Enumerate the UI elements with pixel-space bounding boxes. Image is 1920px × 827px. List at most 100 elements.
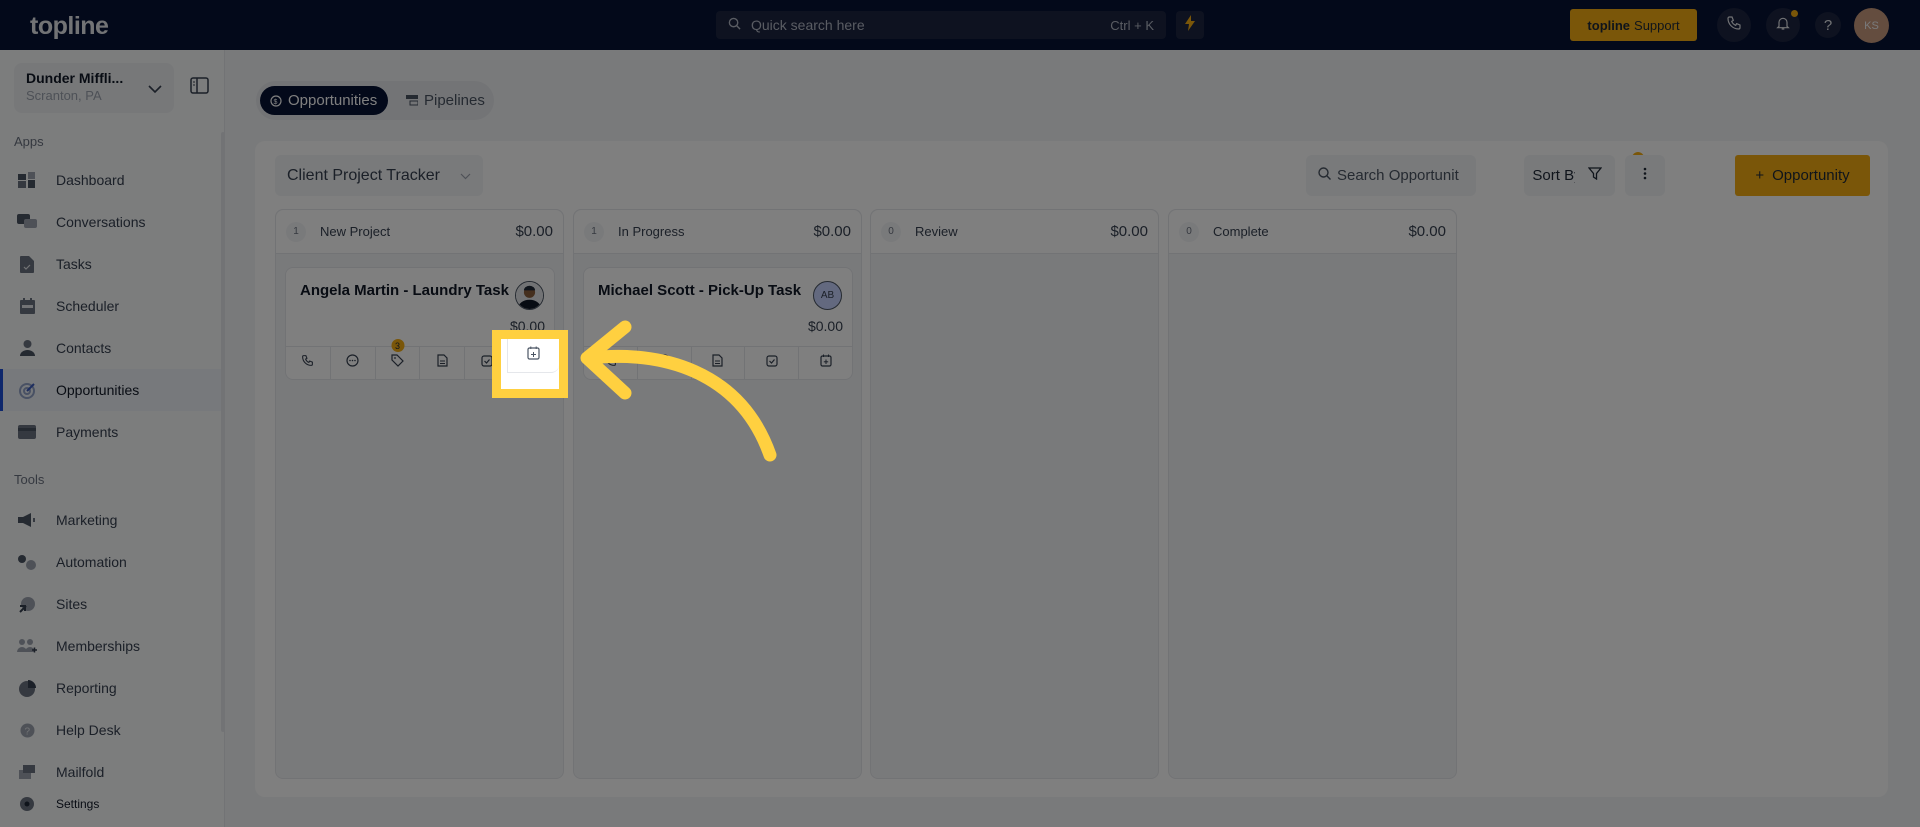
tab-label: Pipelines xyxy=(424,92,485,109)
sidebar-item-memberships[interactable]: Memberships xyxy=(0,625,222,667)
sidebar-item-tasks[interactable]: Tasks xyxy=(0,243,222,285)
stage-count: 1 xyxy=(286,221,306,242)
card-actions xyxy=(584,346,852,379)
filter-button[interactable] xyxy=(1575,155,1615,196)
tools-heading: Tools xyxy=(14,472,45,487)
users-icon xyxy=(16,635,38,657)
sidebar-item-conversations[interactable]: Conversations xyxy=(0,201,222,243)
top-bar: topline Quick search here Ctrl + K topli… xyxy=(0,0,1920,50)
sidebar-item-label: Help Desk xyxy=(56,722,121,738)
sidebar-item-automation[interactable]: Automation xyxy=(0,541,222,583)
opportunity-amount: $0.00 xyxy=(807,318,843,334)
stage-amount: $0.00 xyxy=(515,223,553,240)
assignee-avatar[interactable]: AB xyxy=(813,281,842,310)
support-button[interactable]: topline Support xyxy=(1570,9,1697,41)
call-action[interactable] xyxy=(286,347,331,379)
message-action[interactable] xyxy=(331,347,376,379)
sidebar-toggle-icon xyxy=(190,77,209,98)
logo[interactable]: topline xyxy=(30,12,109,41)
sidebar-item-payments[interactable]: Payments xyxy=(0,411,222,453)
stage-column-complete: 0 Complete $0.00 xyxy=(1168,209,1457,779)
svg-text:$: $ xyxy=(274,99,278,106)
sidebar-item-reporting[interactable]: Reporting xyxy=(0,667,222,709)
task-action[interactable] xyxy=(745,347,800,379)
question-icon: ? xyxy=(1823,16,1833,34)
pipeline-board: Client Project Tracker Search Opportunit… xyxy=(255,141,1888,797)
sidebar-item-contacts[interactable]: Contacts xyxy=(0,327,222,369)
sidebar-item-label: Sites xyxy=(56,596,88,612)
tags-action[interactable]: 3 xyxy=(376,339,421,379)
opportunity-search-placeholder: Search Opportunit xyxy=(1337,167,1459,184)
add-opportunity-button[interactable]: + Opportunity xyxy=(1735,155,1870,196)
tab-pipelines[interactable]: Pipelines xyxy=(396,86,490,115)
more-options-button[interactable] xyxy=(1625,155,1665,196)
notifications-button[interactable] xyxy=(1766,8,1800,42)
apps-heading: Apps xyxy=(14,134,44,149)
phone-button[interactable] xyxy=(1717,8,1751,42)
collapse-sidebar-button[interactable] xyxy=(190,77,209,99)
quick-actions-button[interactable] xyxy=(1176,11,1204,39)
sidebar-item-sites[interactable]: Sites xyxy=(0,583,222,625)
sidebar-item-opportunities[interactable]: Opportunities xyxy=(0,369,222,411)
location-name: Dunder Miffli... xyxy=(26,70,124,86)
chat-bubble-icon xyxy=(658,354,671,372)
sidebar-item-label: Memberships xyxy=(56,638,141,654)
notes-action[interactable] xyxy=(420,347,466,379)
stage-column-review: 0 Review $0.00 xyxy=(870,209,1159,779)
notes-action[interactable] xyxy=(692,347,746,379)
filter-icon xyxy=(1587,166,1603,185)
sidebar-item-marketing[interactable]: Marketing xyxy=(0,499,222,541)
checkbox-icon xyxy=(766,354,778,372)
mail-icon xyxy=(16,761,38,783)
phone-icon xyxy=(604,354,617,372)
document-icon xyxy=(712,354,724,372)
assignee-avatar[interactable] xyxy=(515,281,544,310)
opportunity-search-input[interactable]: Search Opportunit xyxy=(1306,155,1476,196)
document-icon xyxy=(437,354,448,372)
pipeline-select-value: Client Project Tracker xyxy=(287,166,440,184)
support-label: Support xyxy=(1634,17,1680,33)
user-avatar[interactable]: KS xyxy=(1854,8,1889,43)
location-switcher[interactable]: Dunder Miffli... Scranton, PA xyxy=(14,63,174,113)
pipeline-select[interactable]: Client Project Tracker xyxy=(275,155,483,196)
sidebar-item-dashboard[interactable]: Dashboard xyxy=(0,159,222,201)
stage-name: Review xyxy=(915,224,958,239)
stage-header: 0 Review $0.00 xyxy=(871,210,1158,254)
sidebar-item-scheduler[interactable]: Scheduler xyxy=(0,285,222,327)
sidebar-scrollbar[interactable] xyxy=(221,132,225,732)
stage-column-in-progress: 1 In Progress $0.00 Michael Scott - Pick… xyxy=(573,209,862,779)
sidebar-item-label: Mailfold xyxy=(56,764,105,780)
sidebar-item-settings[interactable]: Settings xyxy=(0,786,222,822)
search-icon xyxy=(1318,167,1331,184)
stage-name: Complete xyxy=(1213,224,1269,239)
call-action[interactable] xyxy=(584,347,638,379)
view-tabs: $ Opportunities Pipelines xyxy=(256,81,494,120)
location-sub: Scranton, PA xyxy=(26,88,102,103)
chat-bubble-icon xyxy=(346,354,359,372)
opportunity-title[interactable]: Michael Scott - Pick-Up Task xyxy=(598,282,801,299)
kebab-menu-icon xyxy=(1643,167,1647,185)
stage-name: In Progress xyxy=(618,224,685,239)
help-button[interactable]: ? xyxy=(1815,12,1841,38)
plus-icon: + xyxy=(1755,167,1765,184)
tab-opportunities[interactable]: $ Opportunities xyxy=(260,86,388,115)
sidebar: Dunder Miffli... Scranton, PA Apps Dashb… xyxy=(0,50,225,827)
opportunity-title[interactable]: Angela Martin - Laundry Task xyxy=(300,282,509,299)
pipeline-icon xyxy=(406,95,418,106)
stage-header: 1 New Project $0.00 xyxy=(276,210,563,254)
sidebar-item-help-desk[interactable]: ? Help Desk xyxy=(0,709,222,751)
quick-search-input[interactable]: Quick search here Ctrl + K xyxy=(716,11,1166,39)
help-icon: ? xyxy=(16,719,38,741)
notification-dot xyxy=(1791,10,1798,17)
svg-text:?: ? xyxy=(24,726,30,737)
message-action[interactable] xyxy=(638,347,692,379)
chevron-down-icon xyxy=(148,81,162,99)
phone-icon xyxy=(1726,15,1742,36)
appointment-action[interactable] xyxy=(799,347,852,379)
calendar-plus-icon xyxy=(819,354,832,372)
opportunity-card[interactable]: Michael Scott - Pick-Up Task AB $0.00 xyxy=(583,267,853,380)
highlight-box xyxy=(492,330,568,398)
sidebar-item-label: Conversations xyxy=(56,214,146,230)
sidebar-item-label: Settings xyxy=(56,797,100,811)
sidebar-item-label: Scheduler xyxy=(56,298,120,314)
